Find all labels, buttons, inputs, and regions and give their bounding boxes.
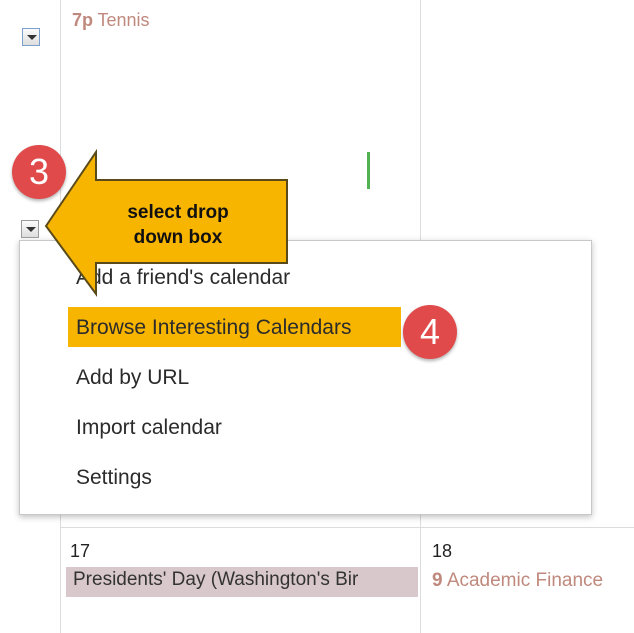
event-academic-finance[interactable]: 9 Academic Finance bbox=[432, 570, 603, 592]
dropdown-arrow-button[interactable] bbox=[21, 220, 39, 238]
event-tennis[interactable]: 7p Tennis bbox=[72, 10, 150, 31]
event-title: Tennis bbox=[97, 10, 150, 30]
menu-item-browse-interesting[interactable]: Browse Interesting Calendars bbox=[76, 316, 351, 340]
event-title: Academic Finance bbox=[446, 570, 604, 591]
day-number: 17 bbox=[70, 541, 91, 561]
event-time: 9 bbox=[432, 570, 443, 591]
step-badge-4: 4 bbox=[403, 305, 457, 359]
chevron-down-icon bbox=[26, 227, 36, 232]
menu-item-settings[interactable]: Settings bbox=[76, 466, 152, 490]
day-number: 18 bbox=[432, 541, 453, 561]
now-marker bbox=[367, 152, 370, 189]
collapse-arrow-button[interactable] bbox=[22, 28, 40, 46]
callout-line-1: select drop bbox=[127, 202, 229, 223]
event-time: 7p bbox=[72, 10, 94, 30]
chevron-down-icon bbox=[27, 35, 37, 40]
menu-item-add-by-url[interactable]: Add by URL bbox=[76, 366, 189, 390]
step-badge-3: 3 bbox=[12, 145, 66, 199]
menu-item-import-calendar[interactable]: Import calendar bbox=[76, 416, 222, 440]
allday-event[interactable]: Presidents' Day (Washington's Bir bbox=[66, 567, 418, 597]
callout-line-2: down box bbox=[133, 227, 223, 248]
callout-text: select drop down box bbox=[78, 200, 278, 250]
grid-line bbox=[60, 527, 634, 528]
